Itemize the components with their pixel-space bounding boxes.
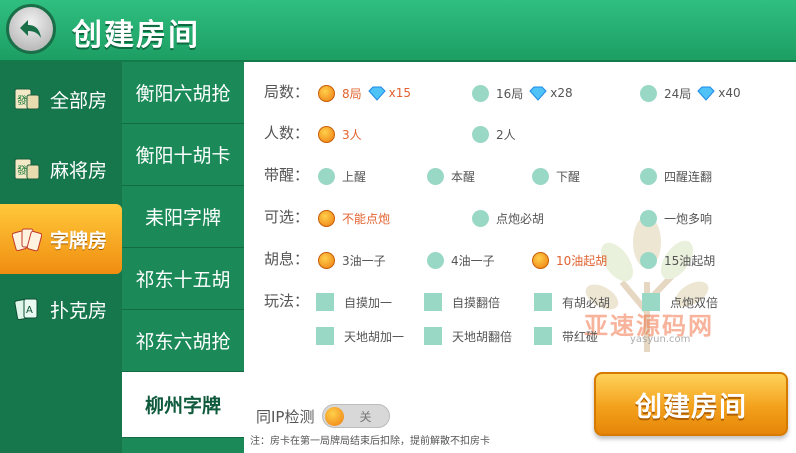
huxi-option[interactable]: 15油起胡 bbox=[640, 248, 715, 272]
checkbox bbox=[534, 327, 552, 345]
checkbox bbox=[642, 293, 660, 311]
rounds-option[interactable]: 24局 x40 bbox=[640, 81, 741, 105]
rounds-option[interactable]: 16局 x28 bbox=[472, 81, 573, 105]
category-zipai[interactable]: 字牌房 bbox=[0, 204, 122, 274]
play-option[interactable]: 天地胡翻倍 bbox=[424, 324, 512, 348]
play-label: 玩法： bbox=[264, 292, 310, 310]
back-arrow-icon bbox=[20, 20, 41, 38]
settings-panel: 亚速源码网 yasyun.com 局数： 8局 x15 16局 x28 24局 … bbox=[244, 62, 796, 453]
category-mahjong[interactable]: 發 麻将房 bbox=[0, 134, 122, 204]
radio-button bbox=[472, 84, 489, 102]
xing-option[interactable]: 本醒 bbox=[427, 164, 475, 188]
optional-option[interactable]: 点炮必胡 bbox=[472, 206, 544, 230]
optional-option[interactable]: 不能点炮 bbox=[318, 206, 390, 230]
radio-button bbox=[472, 125, 489, 143]
ip-check-toggle[interactable]: 关 bbox=[322, 404, 391, 428]
radio-button bbox=[427, 251, 444, 269]
game-item[interactable]: 祁东六胡抢 bbox=[122, 310, 244, 372]
players-option[interactable]: 3人 bbox=[318, 122, 362, 146]
play-option[interactable]: 带红碰 bbox=[534, 324, 598, 348]
category-poker[interactable]: A 扑克房 bbox=[0, 274, 122, 344]
mahjong-tile-icon: 發 bbox=[12, 86, 42, 112]
game-item[interactable]: 衡阳十胡卡 bbox=[122, 124, 244, 186]
game-list: 衡阳六胡抢 衡阳十胡卡 耒阳字牌 祁东十五胡 祁东六胡抢 柳州字牌 bbox=[122, 62, 244, 453]
category-label: 麻将房 bbox=[50, 159, 108, 182]
header-bar: 创建房间 bbox=[0, 0, 796, 62]
radio-button bbox=[318, 251, 335, 269]
game-item[interactable]: 祁东十五胡 bbox=[122, 248, 244, 310]
toggle-state: 关 bbox=[359, 410, 372, 424]
huxi-option[interactable]: 10油起胡 bbox=[532, 248, 607, 272]
diamond-icon bbox=[697, 86, 715, 101]
players-label: 人数： bbox=[264, 124, 310, 142]
huxi-label: 胡息： bbox=[264, 250, 310, 268]
play-option[interactable]: 点炮双倍 bbox=[642, 290, 718, 314]
radio-button bbox=[640, 167, 657, 185]
game-item-selected[interactable]: 柳州字牌 bbox=[122, 372, 244, 438]
radio-button-selected bbox=[318, 84, 335, 102]
game-item[interactable]: 耒阳字牌 bbox=[122, 186, 244, 248]
huxi-option[interactable]: 4油一子 bbox=[427, 248, 495, 272]
category-all[interactable]: 發 全部房 bbox=[0, 64, 122, 134]
play-option[interactable]: 有胡必胡 bbox=[534, 290, 610, 314]
back-button[interactable] bbox=[6, 4, 56, 54]
radio-button bbox=[472, 209, 489, 227]
page-title: 创建房间 bbox=[72, 18, 200, 53]
checkbox bbox=[316, 327, 334, 345]
diamond-icon bbox=[367, 86, 386, 101]
category-label: 字牌房 bbox=[50, 229, 108, 252]
xing-option[interactable]: 四醒连翻 bbox=[640, 164, 712, 188]
play-option[interactable]: 自摸加一 bbox=[316, 290, 392, 314]
radio-button bbox=[640, 84, 657, 102]
radio-button bbox=[427, 167, 444, 185]
ip-check-row: 同IP检测 关 bbox=[256, 404, 391, 428]
rounds-option[interactable]: 8局 x15 bbox=[318, 81, 411, 105]
ip-check-label: 同IP检测 bbox=[256, 407, 315, 426]
svg-text:發: 發 bbox=[17, 164, 27, 177]
create-room-screen: 创建房间 發 全部房 發 麻将房 字牌房 A 扑克房 衡阳六胡抢 衡阳十胡卡 耒… bbox=[0, 0, 796, 453]
xing-label: 带醒： bbox=[264, 166, 310, 184]
watermark-url: yasyun.com bbox=[630, 334, 691, 345]
radio-button bbox=[532, 167, 549, 185]
checkbox bbox=[316, 293, 334, 311]
category-label: 全部房 bbox=[50, 89, 108, 112]
radio-button bbox=[318, 167, 335, 185]
checkbox bbox=[424, 327, 442, 345]
players-option[interactable]: 2人 bbox=[472, 122, 516, 146]
poker-cards-icon: A bbox=[12, 296, 42, 322]
optional-label: 可选： bbox=[264, 208, 310, 226]
category-label: 扑克房 bbox=[50, 299, 108, 322]
radio-button-selected bbox=[532, 251, 549, 269]
optional-option[interactable]: 一炮多响 bbox=[640, 206, 712, 230]
mahjong-tile-icon: 發 bbox=[12, 156, 42, 182]
room-card-note: 注：房卡在第一局牌局结束后扣除，提前解散不扣房卡 bbox=[250, 436, 490, 447]
rounds-label: 局数： bbox=[264, 83, 310, 101]
svg-text:A: A bbox=[26, 305, 33, 316]
radio-button bbox=[640, 251, 657, 269]
checkbox bbox=[534, 293, 552, 311]
huxi-option[interactable]: 3油一子 bbox=[318, 248, 386, 272]
play-option[interactable]: 天地胡加一 bbox=[316, 324, 404, 348]
create-room-button[interactable]: 创建房间 bbox=[594, 372, 788, 436]
diamond-icon bbox=[529, 86, 547, 101]
xing-option[interactable]: 下醒 bbox=[532, 164, 580, 188]
checkbox bbox=[424, 293, 442, 311]
game-item[interactable]: 衡阳六胡抢 bbox=[122, 62, 244, 124]
play-option[interactable]: 自摸翻倍 bbox=[424, 290, 500, 314]
category-sidebar: 發 全部房 發 麻将房 字牌房 A 扑克房 bbox=[0, 62, 122, 453]
radio-button bbox=[640, 209, 657, 227]
svg-text:發: 發 bbox=[17, 94, 27, 107]
xing-option[interactable]: 上醒 bbox=[318, 164, 366, 188]
zipai-cards-icon bbox=[12, 226, 42, 252]
radio-button-selected bbox=[318, 209, 335, 227]
toggle-knob bbox=[325, 407, 345, 426]
radio-button-selected bbox=[318, 125, 335, 143]
